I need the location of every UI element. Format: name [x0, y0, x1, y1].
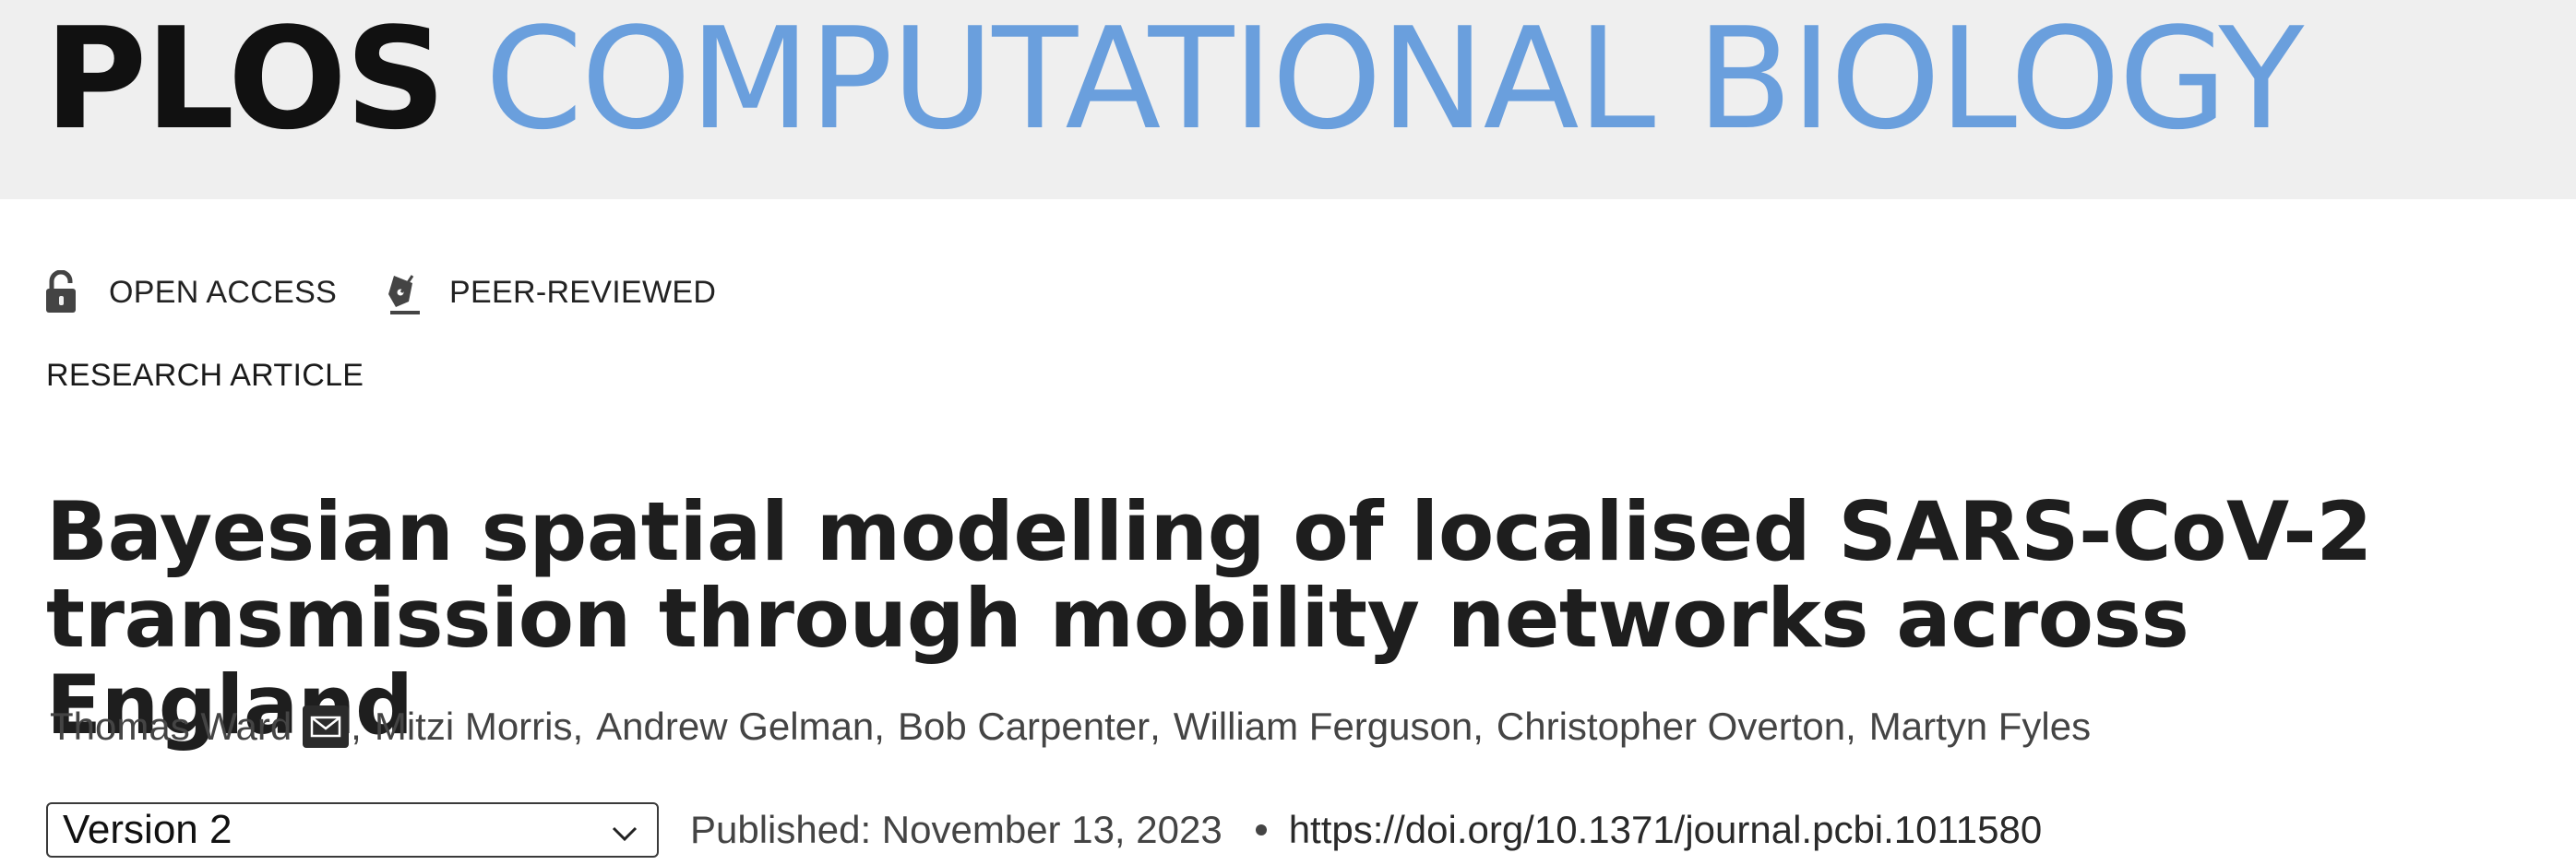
logo-journal-name: COMPUTATIONAL BIOLOGY — [484, 0, 2305, 160]
article-title-line-1: Bayesian spatial modelling of localised … — [46, 484, 2372, 579]
envelope-icon[interactable] — [303, 705, 350, 748]
author-separator: , — [874, 705, 885, 748]
chevron-down-icon — [611, 807, 638, 853]
publication-meta: Published: November 13, 2023 https://doi… — [690, 800, 2042, 859]
pen-nib-icon — [385, 270, 422, 314]
journal-banner: PLOS COMPUTATIONAL BIOLOGY — [0, 0, 2576, 199]
published-date: Published: November 13, 2023 — [690, 808, 1222, 851]
version-select[interactable]: Version 2 — [46, 802, 659, 858]
article-type: RESEARCH ARTICLE — [46, 358, 364, 393]
author-separator: , — [572, 705, 584, 748]
version-select-value: Version 2 — [63, 807, 233, 852]
peer-reviewed-label: PEER-REVIEWED — [449, 274, 717, 310]
journal-logo[interactable]: PLOS COMPUTATIONAL BIOLOGY — [44, 6, 2304, 153]
author-link[interactable]: Thomas Ward — [50, 705, 292, 749]
article-badges: OPEN ACCESS PEER-REVIEWED — [44, 267, 764, 317]
author-separator: , — [1150, 705, 1161, 748]
author-link[interactable]: Martyn Fyles — [1869, 705, 2091, 749]
author-list: Thomas Ward , Mitzi Morris , Andrew Gelm… — [50, 705, 2091, 749]
author-link[interactable]: Andrew Gelman — [596, 705, 874, 749]
author-link[interactable]: Mitzi Morris — [375, 705, 573, 749]
author-separator: , — [351, 705, 362, 748]
logo-publisher: PLOS — [44, 0, 447, 160]
open-lock-icon — [44, 269, 81, 314]
author-link[interactable]: Christopher Overton — [1497, 705, 1845, 749]
open-access-label: OPEN ACCESS — [109, 274, 338, 310]
author-separator: , — [1473, 705, 1484, 748]
author-link[interactable]: Bob Carpenter — [898, 705, 1150, 749]
doi-link[interactable]: https://doi.org/10.1371/journal.pcbi.101… — [1289, 808, 2043, 852]
author-separator: , — [1845, 705, 1856, 748]
author-link[interactable]: William Ferguson — [1174, 705, 1473, 749]
bullet-separator — [1255, 824, 1267, 835]
